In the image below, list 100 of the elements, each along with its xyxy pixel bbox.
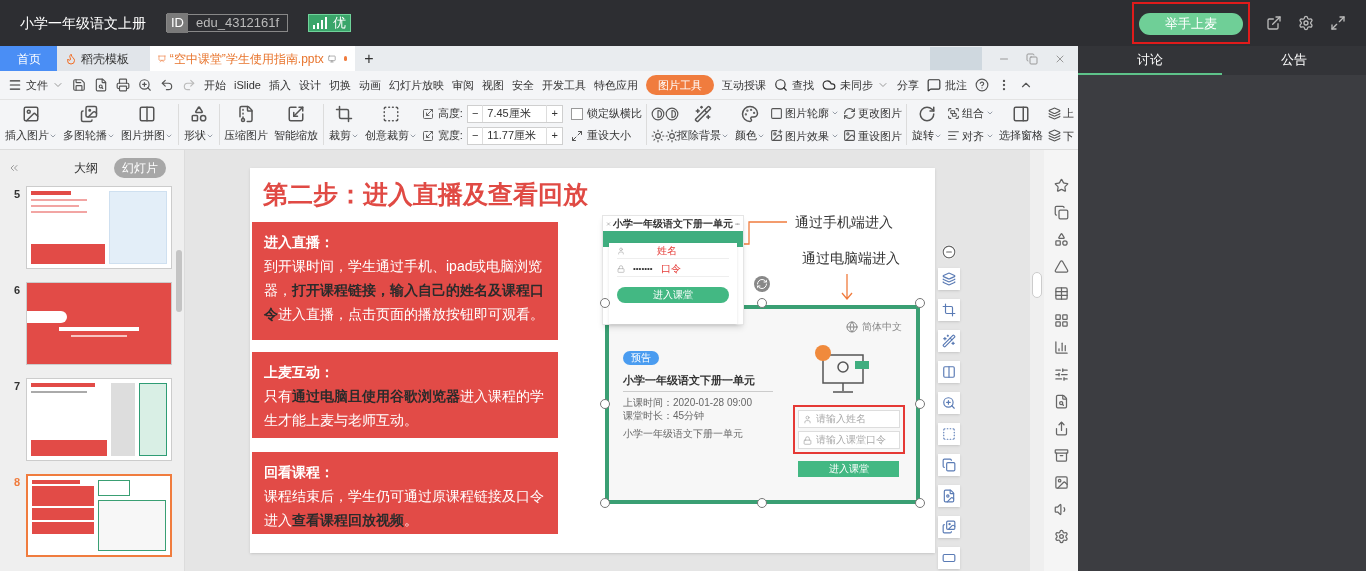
side-tool-icon[interactable] <box>1053 421 1069 436</box>
ribbon-button[interactable]: 重设图片 <box>843 127 903 144</box>
ribbon-button[interactable]: 对齐 <box>947 127 994 144</box>
selection-handle[interactable] <box>915 399 925 409</box>
reset-size-button[interactable]: 重设大小 <box>570 127 631 144</box>
ribbon-button[interactable]: 多图轮播 <box>62 100 116 149</box>
slide-thumbnail[interactable] <box>26 186 172 269</box>
menu-tab[interactable]: 审阅 <box>451 76 474 94</box>
menu-tab[interactable]: 视图 <box>481 76 504 94</box>
float-tool-button[interactable] <box>938 299 960 321</box>
side-tool-icon[interactable] <box>1053 259 1069 274</box>
share-button[interactable]: 分享 <box>896 76 919 94</box>
tool-icon <box>381 105 400 124</box>
tool-icon <box>770 106 784 120</box>
float-tool-button[interactable] <box>938 268 960 290</box>
ribbon-button[interactable]: 图片轮廓 <box>770 105 840 122</box>
comment-button[interactable]: 批注 <box>926 76 967 94</box>
ribbon-button[interactable]: 形状 <box>182 100 215 149</box>
menu-tab[interactable]: 切换 <box>328 76 351 94</box>
ribbon-button[interactable]: 图片效果 <box>770 127 840 144</box>
side-tool-icon[interactable] <box>1053 394 1069 409</box>
ribbon-button[interactable]: 创意裁剪 <box>363 100 418 149</box>
help-icon[interactable] <box>974 78 989 92</box>
lock-checkbox[interactable] <box>570 107 583 120</box>
share-icon[interactable] <box>1266 15 1282 31</box>
float-tool-button[interactable] <box>938 454 960 476</box>
ribbon-button[interactable]: 颜色 <box>734 100 767 149</box>
brightness-up-icon[interactable] <box>650 128 665 143</box>
menu-tab[interactable]: iSlide <box>234 76 261 94</box>
float-tool-button[interactable] <box>938 485 960 507</box>
ribbon-button[interactable]: 压缩图片 <box>223 100 270 149</box>
menu-tab[interactable]: 安全 <box>511 76 534 94</box>
float-tool-button[interactable] <box>938 392 960 414</box>
side-tool-icon[interactable] <box>1053 529 1069 544</box>
menu-tab[interactable]: 开发工具 <box>541 76 586 94</box>
search-button[interactable]: 查找 <box>773 76 814 94</box>
side-tool-icon[interactable] <box>1053 340 1069 355</box>
float-tool-button[interactable] <box>938 516 960 538</box>
ribbon-button[interactable]: 更改图片 <box>843 105 903 122</box>
ribbon-button[interactable]: 上 <box>1048 105 1074 122</box>
collapse-panel-icon[interactable] <box>8 162 20 174</box>
menu-tab[interactable]: 特色应用 <box>593 76 638 94</box>
zoom-out-icon[interactable] <box>942 245 956 259</box>
ribbon-button[interactable]: 旋转 <box>911 100 943 149</box>
slide-thumbnail[interactable] <box>26 474 172 557</box>
scrollbar-thumb[interactable] <box>1032 272 1042 298</box>
ribbon-button[interactable]: 插入图片 <box>4 100 58 149</box>
side-tool-icon[interactable] <box>1053 313 1069 328</box>
save-icon[interactable] <box>72 78 86 92</box>
contrast-up-icon[interactable] <box>650 106 665 121</box>
selection-handle[interactable] <box>757 498 767 508</box>
file-menu[interactable]: 文件 <box>8 76 64 94</box>
contrast-down-icon[interactable] <box>665 106 680 121</box>
ribbon-button[interactable]: 选择窗格 <box>998 100 1044 149</box>
file-icon[interactable] <box>94 78 108 92</box>
side-tool-icon[interactable] <box>1053 205 1069 220</box>
menu-tab[interactable]: 插入 <box>268 76 291 94</box>
selection-handle[interactable] <box>600 399 610 409</box>
number-field[interactable]: − 7.45厘米 + <box>466 104 563 123</box>
slide-thumbnail[interactable] <box>26 282 172 365</box>
menu-tab[interactable]: 动画 <box>358 76 381 94</box>
side-tool-icon[interactable] <box>1053 286 1069 301</box>
selection-handle[interactable] <box>915 298 925 308</box>
preview-icon[interactable] <box>138 78 152 92</box>
undo-icon[interactable] <box>160 78 174 92</box>
side-tool-icon[interactable] <box>1053 232 1069 247</box>
template-tab[interactable]: 稻壳模板 <box>57 46 150 71</box>
side-tool-icon[interactable] <box>1053 178 1069 193</box>
float-tool-button[interactable] <box>938 361 960 383</box>
menu-tab[interactable]: 开始 <box>204 76 226 94</box>
expand-icon[interactable] <box>1330 15 1346 31</box>
float-tool-button[interactable] <box>938 547 960 569</box>
ribbon-button[interactable]: 抠除背景 <box>676 100 731 149</box>
selection-handle[interactable] <box>757 298 767 308</box>
panel-tab[interactable]: 大纲 <box>66 158 106 178</box>
menu-tab[interactable]: 设计 <box>298 76 321 94</box>
float-tool-button[interactable] <box>938 330 960 352</box>
new-tab-button[interactable]: + <box>355 46 383 71</box>
ribbon-button[interactable]: 智能缩放 <box>273 100 320 149</box>
float-tool-button[interactable] <box>938 423 960 445</box>
settings-icon[interactable] <box>1298 15 1314 31</box>
menu-tab[interactable]: 互动授课 <box>721 76 766 94</box>
selection-handle[interactable] <box>600 298 610 308</box>
number-field[interactable]: − 11.77厘米 + <box>466 126 563 145</box>
sync-button[interactable]: 未同步 <box>821 76 889 94</box>
ribbon-button[interactable]: 图片拼图 <box>120 100 174 149</box>
rotate-handle-icon[interactable] <box>754 276 770 292</box>
selection-handle[interactable] <box>915 498 925 508</box>
side-tool-icon[interactable] <box>1053 367 1069 382</box>
selection-handle[interactable] <box>600 498 610 508</box>
slide-thumbnail[interactable] <box>26 378 172 461</box>
panel-tab[interactable]: 公告 <box>1222 46 1366 75</box>
menu-tab[interactable]: 幻灯片放映 <box>388 76 444 94</box>
ribbon-button[interactable]: 下 <box>1048 127 1074 144</box>
print-icon[interactable] <box>116 78 130 92</box>
side-tool-icon[interactable] <box>1053 448 1069 463</box>
scrollbar-thumb[interactable] <box>176 250 182 312</box>
ribbon-button[interactable]: 裁剪 <box>327 100 360 149</box>
ribbon-button[interactable]: 组合 <box>947 105 994 122</box>
side-tool-icon[interactable] <box>1053 475 1069 490</box>
